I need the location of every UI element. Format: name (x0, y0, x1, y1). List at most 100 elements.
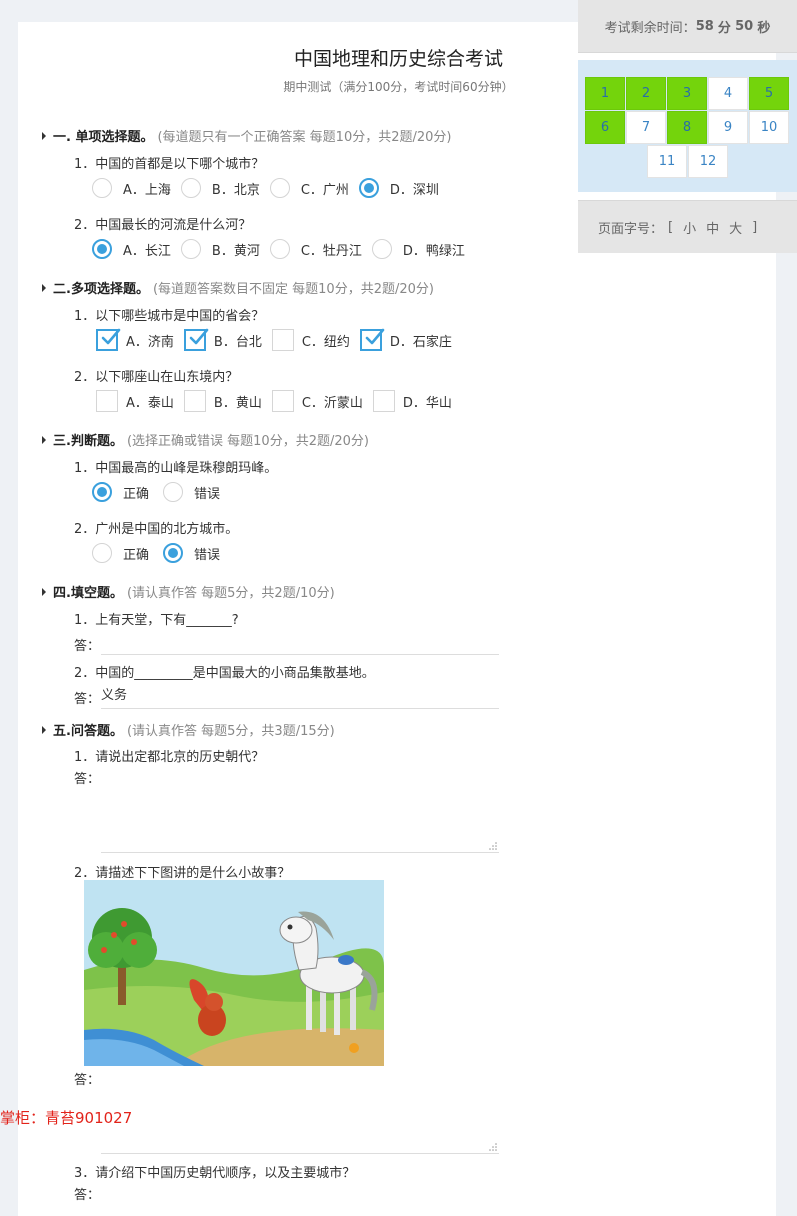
question-text: 1．请说出定都北京的历史朝代？ (74, 750, 265, 765)
answer-input[interactable]: 义务 (101, 684, 499, 709)
nav-question-11[interactable]: 11 (647, 145, 687, 178)
option-label: 正确 (123, 486, 150, 502)
nav-question-1[interactable]: 1 (585, 77, 625, 110)
checkbox[interactable] (271, 329, 294, 351)
answer-textarea[interactable] (101, 770, 499, 853)
option-true[interactable]: 正确 (92, 543, 163, 563)
answer-textarea[interactable] (101, 1070, 499, 1154)
option-c[interactable]: C．沂蒙山 (271, 390, 373, 412)
font-size-medium[interactable]: 中 (706, 218, 719, 237)
option-a[interactable]: A．长江 (92, 239, 181, 259)
radio-button[interactable] (180, 178, 201, 198)
answer-input[interactable] (101, 630, 499, 655)
option-b[interactable]: B．台北 (183, 328, 272, 351)
section-hint: (请认真作答 每题5分，共2题/10分) (126, 586, 335, 601)
checkbox-checked[interactable] (359, 328, 385, 351)
radio-button[interactable] (163, 482, 184, 502)
section-header-single-choice: 一. 单项选择题。 (每道题只有一个正确答案 每题10分，共2题/20分) (42, 126, 451, 145)
option-true[interactable]: 正确 (92, 482, 163, 502)
radio-button-selected[interactable] (358, 178, 379, 198)
font-size-small[interactable]: 小 (683, 218, 696, 237)
option-label: A．泰山 (126, 395, 174, 411)
nav-question-4[interactable]: 4 (708, 77, 748, 110)
option-a[interactable]: A．泰山 (96, 390, 184, 412)
countdown-timer: 考试剩余时间： 58 分 50 秒 (578, 0, 797, 53)
section-header-fill-blank: 四.填空题。 (请认真作答 每题5分，共2题/10分) (42, 582, 335, 601)
bracket-close: ] (752, 219, 758, 235)
radio-button-selected[interactable] (163, 543, 184, 563)
checkbox-checked[interactable] (183, 328, 209, 351)
option-label: A．济南 (126, 334, 174, 350)
option-label: C．沂蒙山 (301, 395, 363, 411)
radio-button-selected[interactable] (92, 239, 112, 259)
radio-button[interactable] (92, 178, 112, 198)
radio-button[interactable] (269, 239, 290, 259)
option-label: D．石家庄 (389, 334, 452, 350)
option-a[interactable]: A．济南 (96, 328, 184, 351)
section-hint: (选择正确或错误 每题10分，共2题/20分) (126, 434, 369, 449)
option-d[interactable]: D．华山 (372, 390, 462, 412)
section-title: 四.填空题。 (53, 586, 123, 601)
nav-question-12[interactable]: 12 (688, 145, 728, 178)
resize-grip-icon[interactable] (489, 1143, 497, 1151)
checkbox[interactable] (96, 390, 118, 412)
answer-label: 答： (74, 1073, 101, 1088)
option-label: D．鸭绿江 (402, 243, 465, 259)
caret-right-icon (42, 726, 46, 734)
timer-second-unit: 秒 (757, 20, 771, 36)
nav-question-10[interactable]: 10 (749, 111, 789, 144)
timer-label: 考试剩余时间： (604, 20, 696, 36)
radio-button-selected[interactable] (92, 482, 112, 502)
option-label: C．广州 (300, 182, 349, 198)
radio-button[interactable] (180, 239, 201, 259)
option-label: A．上海 (123, 182, 171, 198)
option-label: A．长江 (123, 243, 171, 259)
option-false[interactable]: 错误 (163, 543, 230, 563)
radio-button[interactable] (371, 239, 392, 259)
q3-options: A．济南 B．台北 C．纽约 D．石家庄 (96, 327, 462, 353)
question-text: 1．以下哪些城市是中国的省会？ (74, 309, 265, 324)
option-c[interactable]: C．牡丹江 (269, 239, 372, 259)
font-size-large[interactable]: 大 (729, 218, 742, 237)
section-title: 二.多项选择题。 (53, 282, 149, 297)
q6-options: 正确 错误 (92, 540, 230, 566)
question-text: 2．中国最长的河流是什么河？ (74, 218, 252, 233)
option-label: D．华山 (402, 395, 452, 411)
option-d[interactable]: D．深圳 (358, 178, 449, 198)
option-b[interactable]: B．黄河 (180, 239, 270, 259)
option-false[interactable]: 错误 (163, 482, 230, 502)
nav-question-8[interactable]: 8 (667, 111, 707, 144)
option-a[interactable]: A．上海 (92, 178, 181, 198)
radio-button[interactable] (92, 543, 112, 563)
option-label: 正确 (123, 547, 150, 563)
section-hint: (请认真作答 每题5分，共3题/15分) (126, 724, 335, 739)
nav-question-5[interactable]: 5 (749, 77, 789, 110)
question-text: 3．请介绍下中国历史朝代顺序，以及主要城市？ (74, 1166, 356, 1181)
checkbox[interactable] (372, 390, 395, 412)
checkbox-checked[interactable] (96, 328, 121, 351)
caret-right-icon (42, 436, 46, 444)
checkbox[interactable] (271, 390, 294, 412)
nav-question-2[interactable]: 2 (626, 77, 666, 110)
option-d[interactable]: D．鸭绿江 (371, 239, 475, 259)
nav-question-7[interactable]: 7 (626, 111, 666, 144)
option-d[interactable]: D．石家庄 (359, 328, 462, 351)
option-label: 错误 (194, 547, 221, 563)
q5-options: 正确 错误 (92, 479, 230, 505)
resize-grip-icon[interactable] (489, 842, 497, 850)
radio-button[interactable] (269, 178, 290, 198)
option-label: B．黄山 (213, 395, 262, 411)
answer-label: 答： (74, 639, 101, 654)
option-b[interactable]: B．北京 (180, 178, 270, 198)
nav-question-3[interactable]: 3 (667, 77, 707, 110)
option-label: B．台北 (213, 334, 262, 350)
nav-question-9[interactable]: 9 (708, 111, 748, 144)
option-c[interactable]: C．广州 (269, 178, 359, 198)
font-size-switcher: 页面字号： [ 小 中 大 ] (578, 200, 797, 253)
caret-right-icon (42, 132, 46, 140)
nav-question-6[interactable]: 6 (585, 111, 625, 144)
checkbox[interactable] (183, 390, 206, 412)
option-c[interactable]: C．纽约 (271, 329, 360, 351)
option-b[interactable]: B．黄山 (183, 390, 272, 412)
timer-minutes: 58 (695, 18, 714, 34)
